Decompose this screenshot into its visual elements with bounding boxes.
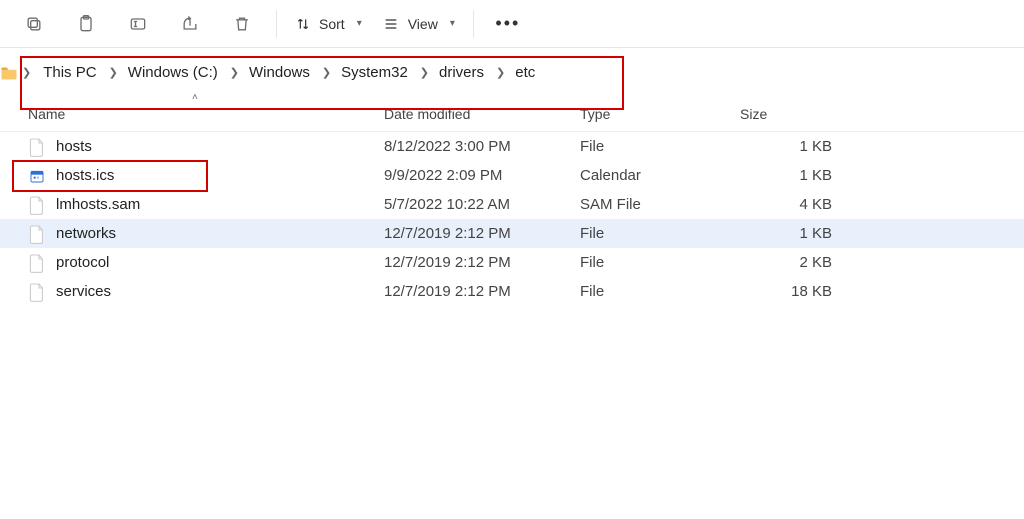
cell-type: File (580, 283, 740, 300)
cell-type: File (580, 254, 740, 271)
file-name: hosts (56, 138, 92, 155)
file-row[interactable]: lmhosts.sam 5/7/2022 10:22 AMSAM File4 KB (0, 190, 1024, 219)
ellipsis-icon: ••• (495, 13, 520, 34)
cell-size: 2 KB (740, 254, 850, 271)
file-icon (28, 281, 46, 303)
toolbar-separator (276, 10, 277, 38)
file-name: protocol (56, 254, 109, 271)
sort-button[interactable]: Sort ▾ (285, 4, 372, 44)
file-row[interactable]: protocol 12/7/2019 2:12 PMFile2 KB (0, 248, 1024, 277)
cell-name: hosts.ics (28, 165, 384, 187)
file-name: networks (56, 225, 116, 242)
file-row[interactable]: networks 12/7/2019 2:12 PMFile1 KB (0, 219, 1024, 248)
cell-name: hosts (28, 136, 384, 158)
file-name: hosts.ics (56, 167, 114, 184)
column-headers: ˄ Name Date modified Type Size (0, 96, 1024, 132)
rename-icon (128, 14, 148, 34)
breadcrumb-item[interactable]: System32 (337, 62, 412, 83)
delete-button[interactable] (216, 4, 268, 44)
view-label: View (408, 16, 438, 32)
column-header-name[interactable]: Name (28, 106, 384, 122)
file-row[interactable]: services 12/7/2019 2:12 PMFile18 KB (0, 277, 1024, 306)
rename-button[interactable] (112, 4, 164, 44)
cell-name: lmhosts.sam (28, 194, 384, 216)
cell-date: 12/7/2019 2:12 PM (384, 225, 580, 242)
file-icon (28, 223, 46, 245)
breadcrumb-item[interactable]: Windows (245, 62, 314, 83)
cell-size: 4 KB (740, 196, 850, 213)
trash-icon (232, 14, 252, 34)
breadcrumb-item[interactable]: Windows (C:) (124, 62, 222, 83)
chevron-right-icon[interactable]: ❯ (18, 66, 37, 79)
sort-label: Sort (319, 16, 345, 32)
folder-icon (0, 64, 18, 80)
clipboard-icon (76, 14, 96, 34)
cell-name: protocol (28, 252, 384, 274)
cell-size: 1 KB (740, 225, 850, 242)
view-button[interactable]: View ▾ (372, 4, 465, 44)
sort-icon (295, 16, 311, 32)
calendar-icon (28, 165, 46, 187)
cell-date: 12/7/2019 2:12 PM (384, 283, 580, 300)
chevron-down-icon: ▾ (357, 18, 362, 29)
cell-type: File (580, 225, 740, 242)
toolbar-separator (473, 10, 474, 38)
file-icon (28, 194, 46, 216)
share-button[interactable] (164, 4, 216, 44)
breadcrumb-item[interactable]: drivers (435, 62, 488, 83)
file-name: services (56, 283, 111, 300)
file-icon (28, 136, 46, 158)
cell-size: 1 KB (740, 138, 850, 155)
cell-type: Calendar (580, 167, 740, 184)
address-bar[interactable]: ❯ This PC❯Windows (C:)❯Windows❯System32❯… (0, 48, 1024, 96)
chevron-down-icon: ▾ (450, 18, 455, 29)
file-list: hosts8/12/2022 3:00 PMFile1 KBhosts.ics9… (0, 132, 1024, 306)
copy-icon (24, 14, 44, 34)
cell-date: 5/7/2022 10:22 AM (384, 196, 580, 213)
cell-name: networks (28, 223, 384, 245)
chevron-right-icon[interactable]: ❯ (105, 66, 120, 79)
cell-type: SAM File (580, 196, 740, 213)
cell-name: services (28, 281, 384, 303)
breadcrumbs: This PC ❯ Windows (C:) ❯ Windows ❯ System32 ❯ dr… (37, 58, 549, 87)
file-name: lmhosts.sam (56, 196, 140, 213)
cell-size: 1 KB (740, 167, 850, 184)
paste-button[interactable] (60, 4, 112, 44)
file-icon (28, 252, 46, 274)
share-icon (180, 14, 200, 34)
chevron-right-icon[interactable]: ❯ (416, 66, 431, 79)
cell-type: File (580, 138, 740, 155)
cell-date: 8/12/2022 3:00 PM (384, 138, 580, 155)
copy-button[interactable] (8, 4, 60, 44)
chevron-right-icon[interactable]: ❯ (318, 66, 333, 79)
cell-date: 9/9/2022 2:09 PM (384, 167, 580, 184)
file-row[interactable]: hosts.ics 9/9/2022 2:09 PMCalendar1 KB (0, 161, 1024, 190)
chevron-right-icon[interactable]: ❯ (226, 66, 241, 79)
cell-size: 18 KB (740, 283, 850, 300)
breadcrumb-item[interactable]: This PC (39, 62, 100, 83)
cell-date: 12/7/2019 2:12 PM (384, 254, 580, 271)
chevron-right-icon[interactable]: ❯ (492, 66, 507, 79)
breadcrumb-item[interactable]: etc (511, 62, 539, 83)
list-icon (382, 16, 400, 32)
file-row[interactable]: hosts 8/12/2022 3:00 PMFile1 KB (0, 132, 1024, 161)
sort-indicator-icon: ˄ (192, 92, 198, 103)
column-header-size[interactable]: Size (740, 106, 850, 122)
column-header-date[interactable]: Date modified (384, 106, 580, 122)
column-header-type[interactable]: Type (580, 106, 740, 122)
toolbar: Sort ▾ View ▾ ••• (0, 0, 1024, 48)
more-button[interactable]: ••• (482, 4, 534, 44)
